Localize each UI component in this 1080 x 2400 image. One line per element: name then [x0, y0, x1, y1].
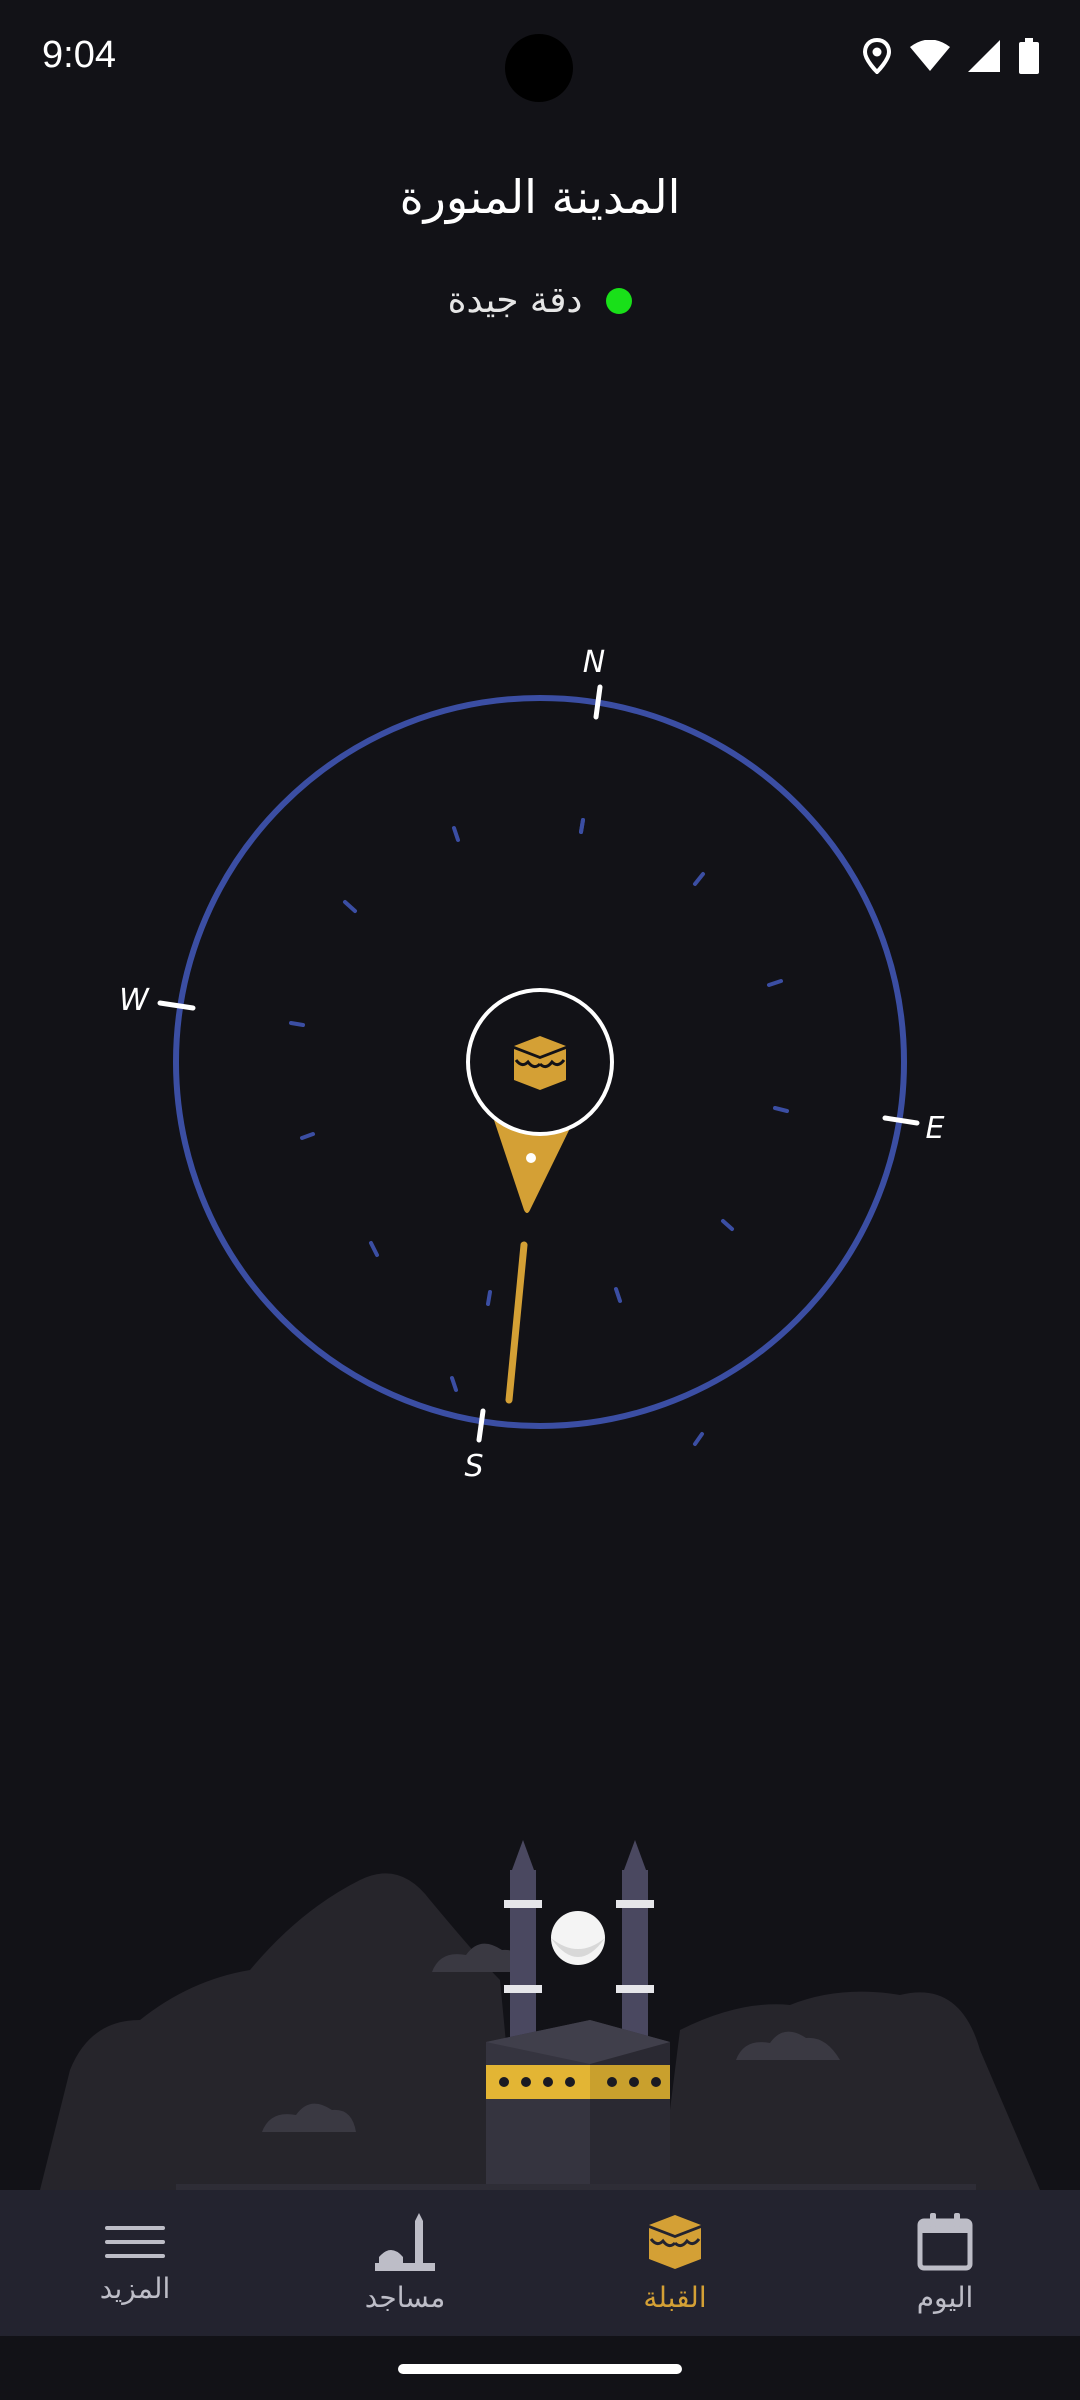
battery-icon	[1018, 38, 1040, 78]
mecca-skyline-illustration	[40, 1840, 1040, 2190]
kaaba-icon	[514, 1036, 566, 1090]
camera-cutout	[505, 34, 573, 102]
nav-label-qibla: القبلة	[643, 2280, 707, 2314]
nav-item-qibla[interactable]: القبلة	[540, 2190, 810, 2336]
accuracy-indicator: دقة جيدة	[0, 280, 1080, 321]
nav-label-today: اليوم	[916, 2280, 974, 2314]
kaaba-icon	[647, 2213, 703, 2271]
compass-label-s: S	[464, 1449, 483, 1484]
home-indicator[interactable]	[398, 2364, 682, 2374]
compass-label-w: W	[119, 983, 150, 1018]
signal-icon	[968, 40, 1000, 76]
compass-label-n: N	[583, 645, 605, 680]
location-icon	[862, 37, 892, 78]
nav-item-today[interactable]: اليوم	[810, 2190, 1080, 2336]
calendar-icon	[917, 2212, 973, 2271]
menu-icon	[105, 2222, 165, 2262]
wifi-icon	[910, 39, 950, 76]
kaaba-building	[486, 2020, 670, 2190]
accuracy-text: دقة جيدة	[447, 280, 583, 321]
city-title: المدينة المنورة	[399, 170, 681, 224]
nav-item-mosques[interactable]: مساجد	[270, 2190, 540, 2336]
accuracy-dot	[606, 287, 633, 314]
bottom-navigation: المزيد مساجد القبلة اليوم	[0, 2190, 1080, 2336]
status-bar: 9:04	[0, 0, 1080, 120]
background-hills-right	[660, 1991, 1040, 2190]
nav-label-more: المزيد	[99, 2271, 171, 2305]
qibla-compass: N E S W	[119, 645, 945, 1484]
qibla-direction-line	[505, 1241, 528, 1404]
compass-label-e: E	[926, 1111, 945, 1146]
pointer-dot	[526, 1153, 536, 1163]
background-hills	[40, 1873, 520, 2190]
nav-item-more[interactable]: المزيد	[0, 2190, 270, 2336]
qibla-screen: 9:04 المدينة المنورة دقة جيدة N E S W ال…	[0, 0, 1080, 2400]
mosque-icon	[375, 2212, 435, 2271]
status-time: 9:04	[42, 34, 116, 76]
nav-label-mosques: مساجد	[364, 2280, 446, 2314]
status-icons	[862, 37, 1040, 78]
